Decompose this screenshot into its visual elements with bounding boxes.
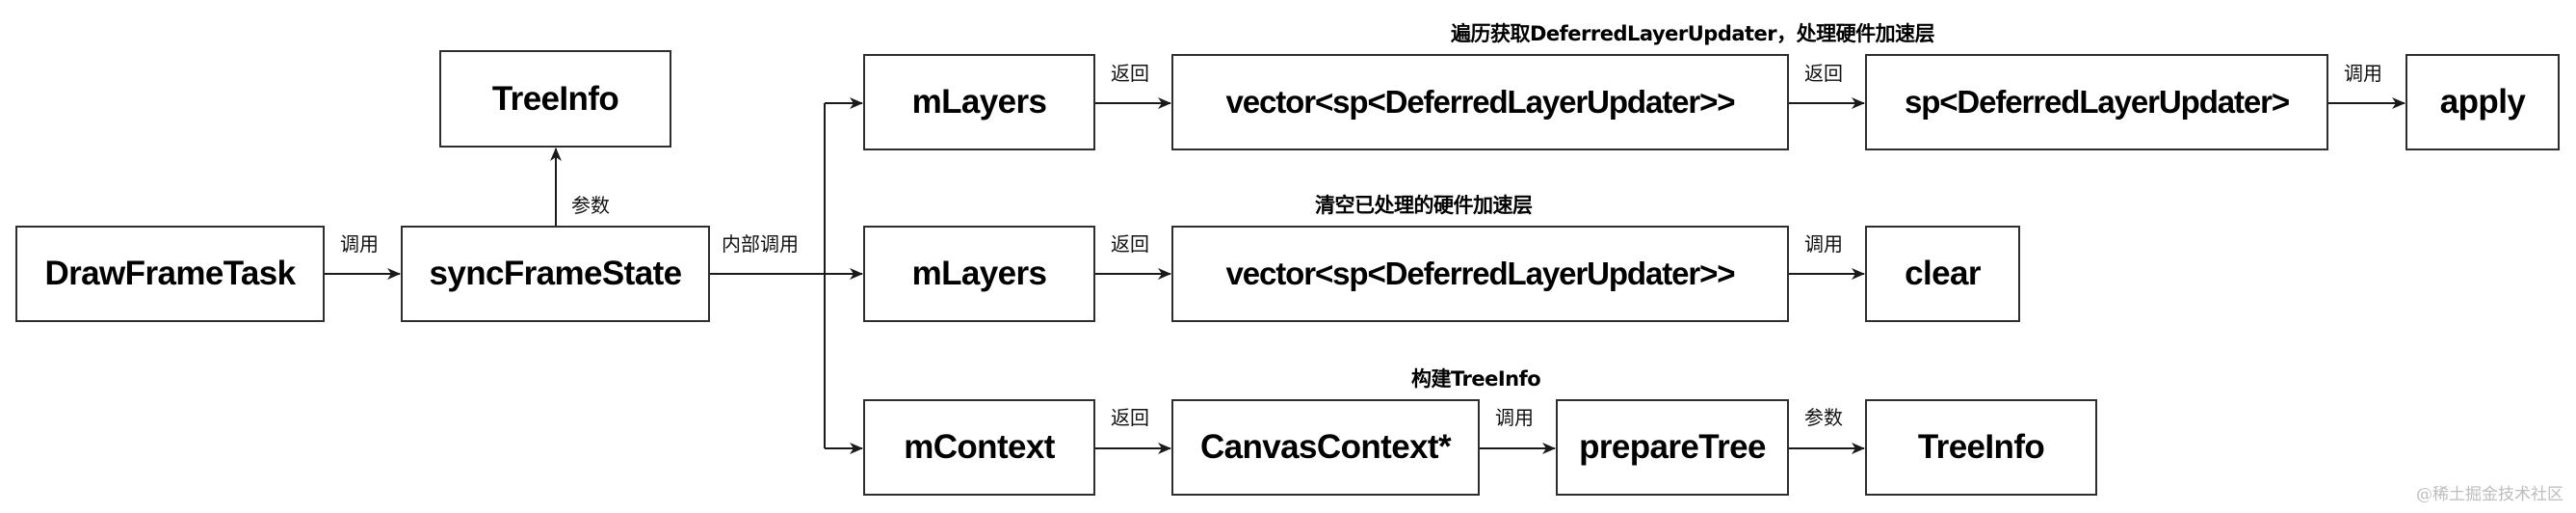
node-label: sp<DeferredLayerUpdater> bbox=[1904, 84, 2290, 120]
node-sync-frame-state: syncFrameState bbox=[401, 226, 710, 322]
edge-label-sync-to-treeinfo: 参数 bbox=[571, 194, 610, 217]
node-label: TreeInfo bbox=[1917, 428, 2045, 466]
node-clear: clear bbox=[1865, 226, 2020, 322]
node-canvas-context: CanvasContext* bbox=[1171, 399, 1480, 496]
note-row2-clear-layers: 清空已处理的硬件加速层 bbox=[1315, 194, 1533, 217]
edge-label-vector2-to-clear: 调用 bbox=[1804, 232, 1843, 256]
node-label: vector<sp<DeferredLayerUpdater>> bbox=[1225, 256, 1736, 291]
node-draw-frame-task: DrawFrameTask bbox=[15, 226, 325, 322]
node-label: syncFrameState bbox=[429, 255, 682, 292]
node-m-context: mContext bbox=[863, 399, 1095, 496]
edge-label-sync-internal: 内部调用 bbox=[722, 232, 799, 256]
edge-label-sp-to-apply: 调用 bbox=[2344, 62, 2382, 85]
node-label: mLayers bbox=[911, 255, 1047, 292]
node-tree-info-top: TreeInfo bbox=[439, 50, 671, 148]
node-label: apply bbox=[2439, 83, 2526, 121]
note-row1-iterate-updaters: 遍历获取DeferredLayerUpdater，处理硬件加速层 bbox=[1451, 22, 1935, 45]
node-sp-updater: sp<DeferredLayerUpdater> bbox=[1865, 54, 2328, 150]
edge-label-canvas-to-prepare: 调用 bbox=[1495, 406, 1534, 429]
node-label: TreeInfo bbox=[491, 79, 619, 118]
node-m-layers-2: mLayers bbox=[863, 226, 1095, 322]
watermark: @稀土掘金技术社区 bbox=[2416, 485, 2563, 504]
edge-label-draw-to-sync: 调用 bbox=[340, 232, 379, 256]
edge-label-mlayers2-to-vector2: 返回 bbox=[1111, 232, 1149, 256]
node-label: mLayers bbox=[911, 83, 1047, 121]
edge-label-vector1-to-sp: 返回 bbox=[1804, 62, 1843, 85]
node-label: CanvasContext* bbox=[1199, 428, 1452, 466]
edge-label-mlayers1-to-vector1: 返回 bbox=[1111, 62, 1149, 85]
edge-label-prepare-to-treeinfo: 参数 bbox=[1804, 406, 1843, 429]
note-row3-build-treeinfo: 构建TreeInfo bbox=[1411, 367, 1541, 391]
node-label: vector<sp<DeferredLayerUpdater>> bbox=[1225, 84, 1736, 120]
node-label: clear bbox=[1905, 255, 1981, 292]
node-prepare-tree: prepareTree bbox=[1556, 399, 1789, 496]
edge-label-mcontext-to-canvas: 返回 bbox=[1111, 406, 1149, 429]
node-tree-info-bottom: TreeInfo bbox=[1865, 399, 2097, 496]
node-label: DrawFrameTask bbox=[44, 255, 296, 292]
node-vector-1: vector<sp<DeferredLayerUpdater>> bbox=[1171, 54, 1789, 150]
node-label: mContext bbox=[904, 428, 1055, 466]
node-m-layers-1: mLayers bbox=[863, 54, 1095, 150]
node-vector-2: vector<sp<DeferredLayerUpdater>> bbox=[1171, 226, 1789, 322]
node-apply: apply bbox=[2405, 54, 2560, 150]
node-label: prepareTree bbox=[1579, 428, 1766, 466]
